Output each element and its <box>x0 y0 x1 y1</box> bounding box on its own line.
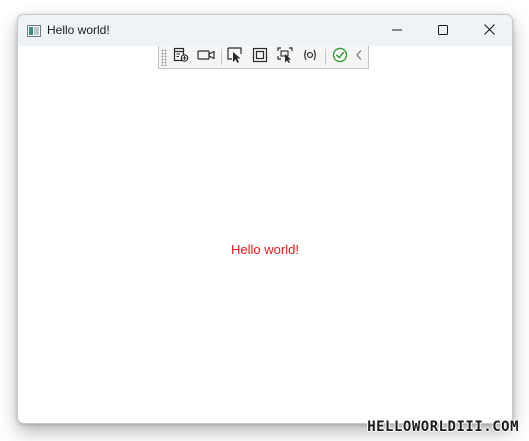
collapse-chevron-icon <box>355 48 363 66</box>
maximize-button[interactable] <box>420 15 466 46</box>
display-layout-adorners-icon <box>252 47 268 68</box>
hot-reload-button[interactable] <box>299 48 321 66</box>
debug-toolbar <box>158 46 369 69</box>
site-watermark: HELLOWORLDIII.COM <box>367 419 519 435</box>
close-button[interactable] <box>466 15 512 46</box>
display-layout-adorners-button[interactable] <box>249 47 271 68</box>
title-bar[interactable]: Hello world! <box>18 15 512 46</box>
window-title: Hello world! <box>47 23 110 37</box>
collapse-toolbar-button[interactable] <box>350 48 368 66</box>
maximize-icon <box>438 22 448 40</box>
toolbar-separator <box>221 49 222 65</box>
app-window: Hello world! Hello world! <box>17 14 513 424</box>
record-video-icon <box>197 48 215 67</box>
no-issues-check-icon <box>332 47 348 68</box>
toolbar-grip[interactable] <box>161 49 167 66</box>
minimize-icon <box>392 22 402 40</box>
app-window-icon <box>27 24 41 37</box>
record-video-button[interactable] <box>195 48 217 66</box>
live-visual-tree-icon <box>173 47 189 68</box>
hello-text: Hello world! <box>231 242 299 257</box>
track-focused-element-icon <box>276 46 294 68</box>
minimize-button[interactable] <box>374 15 420 46</box>
close-icon <box>483 22 495 40</box>
select-element-button[interactable] <box>224 46 246 68</box>
no-issues-button[interactable] <box>329 47 351 68</box>
select-element-icon <box>227 46 243 68</box>
window-content: Hello world! <box>18 46 512 423</box>
hot-reload-icon <box>302 48 318 67</box>
live-visual-tree-button[interactable] <box>170 47 192 68</box>
toolbar-separator <box>325 49 326 65</box>
track-focused-element-button[interactable] <box>274 46 296 68</box>
